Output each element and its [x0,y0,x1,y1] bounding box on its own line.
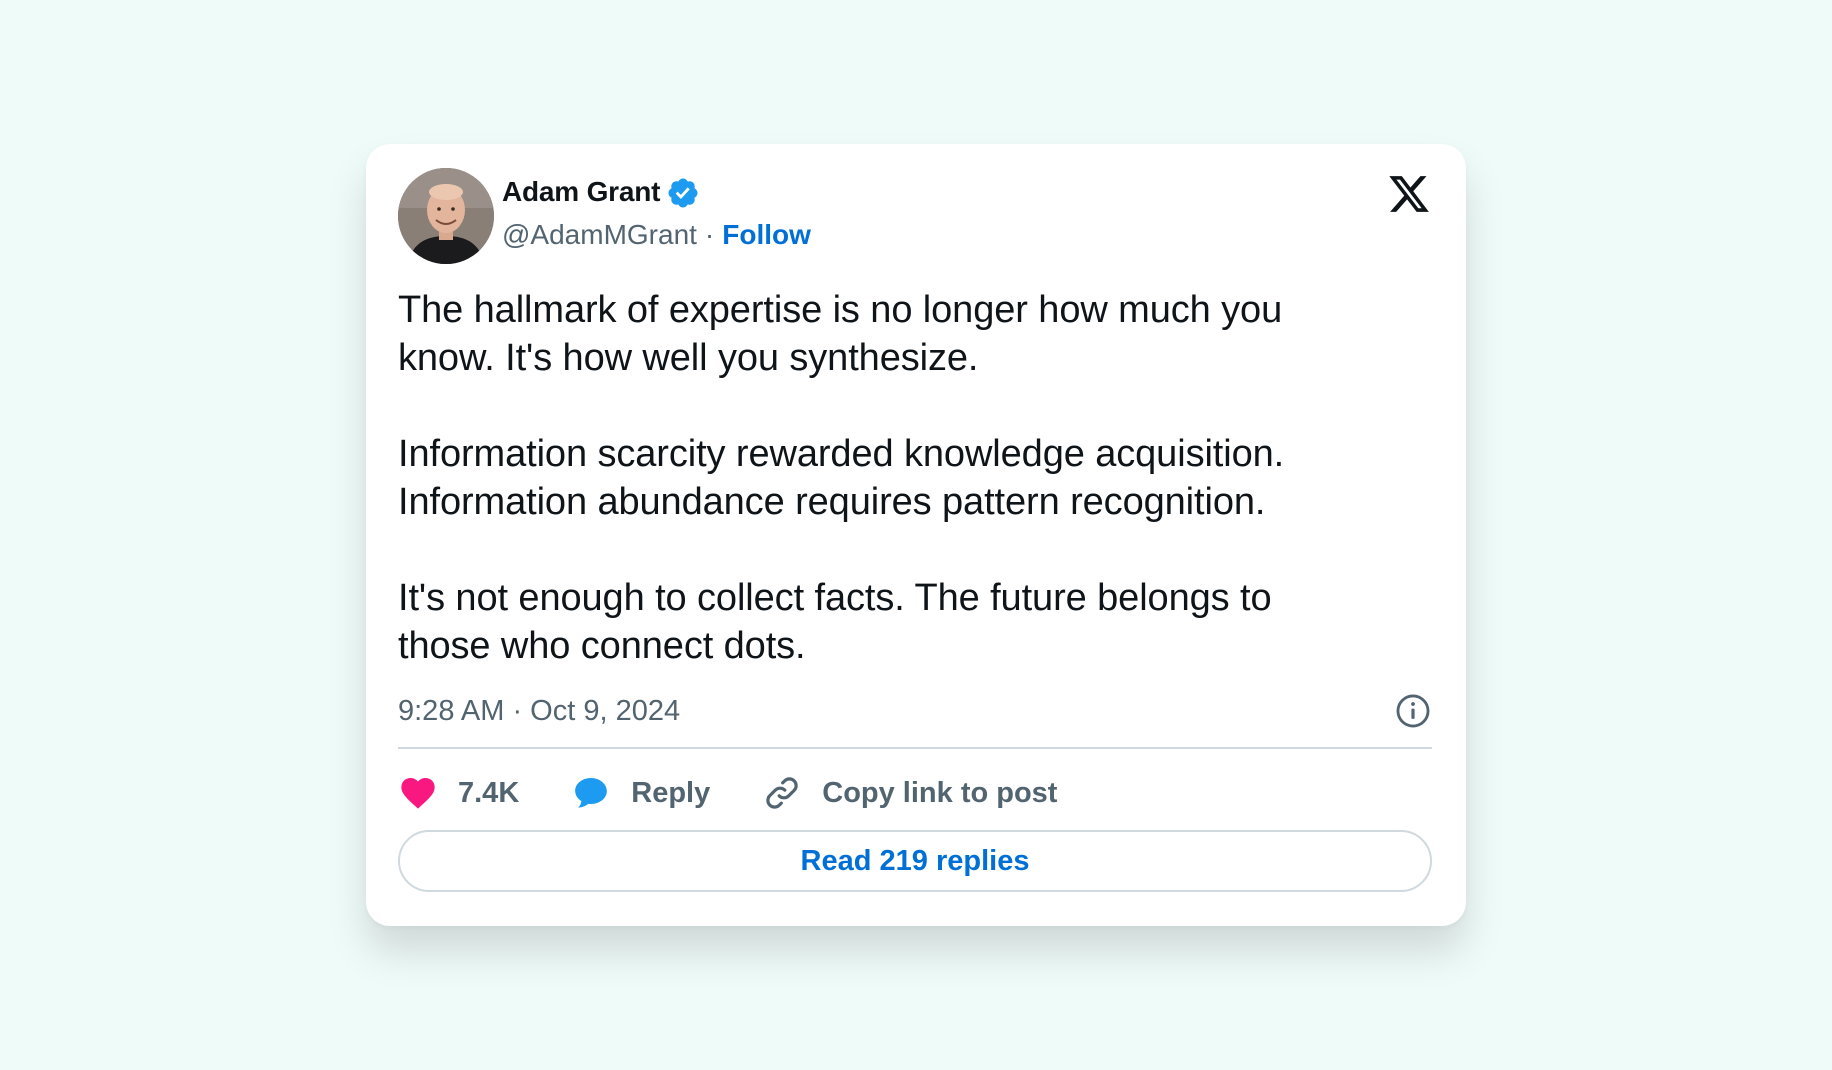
author-handle[interactable]: @AdamMGrant [502,219,697,251]
verified-badge-icon [666,176,700,210]
info-icon[interactable] [1394,692,1432,730]
reply-button[interactable]: Reply [571,773,710,813]
tweet-text: The hallmark of expertise is no longer h… [398,286,1398,670]
read-replies-button[interactable]: Read 219 replies [398,830,1432,892]
link-icon [762,773,802,813]
handle-separator: · [704,219,715,250]
follow-button[interactable]: Follow [722,219,811,251]
tweet-paragraph: The hallmark of expertise is no longer h… [398,289,1283,379]
like-button[interactable]: 7.4K [398,773,519,813]
author-avatar[interactable] [398,168,494,264]
author-handle-row: @AdamMGrant · Follow [502,219,811,251]
heart-icon [398,773,438,813]
divider [398,747,1432,749]
author-name[interactable]: Adam Grant [502,176,660,208]
tweet-meta-row: 9:28 AM · Oct 9, 2024 [398,690,1432,732]
x-logo-icon[interactable] [1386,172,1432,216]
like-count: 7.4K [458,776,520,809]
tweet-actions: 7.4K Reply Copy link to post [398,766,1109,820]
tweet-paragraph: Information scarcity rewarded knowledge … [398,433,1285,523]
reply-label: Reply [631,776,711,809]
tweet-timestamp[interactable]: 9:28 AM · Oct 9, 2024 [398,695,680,728]
author-name-row: Adam Grant [502,174,700,210]
speech-bubble-icon [571,773,611,813]
tweet-card: Adam Grant @AdamMGrant · Follow The hall… [366,144,1466,926]
copy-link-button[interactable]: Copy link to post [762,773,1057,813]
copy-link-label: Copy link to post [822,776,1058,809]
tweet-paragraph: It's not enough to collect facts. The fu… [398,577,1272,667]
avatar-image [398,168,494,264]
